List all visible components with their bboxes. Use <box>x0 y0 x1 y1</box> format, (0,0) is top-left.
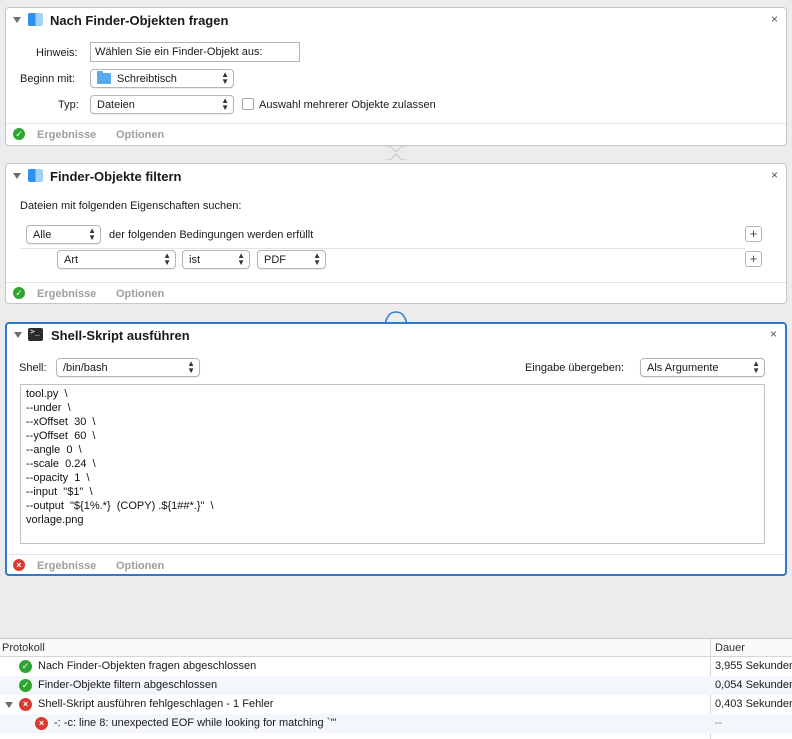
match-popup[interactable]: Alle ▲ ▼ <box>26 225 101 244</box>
type-popup[interactable]: Dateien ▲ ▼ <box>90 95 234 114</box>
condition-value: PDF <box>264 254 286 266</box>
start-location-value: Schreibtisch <box>117 73 177 85</box>
action-ask-finder-items[interactable]: Nach Finder-Objekten fragen × Hinweis: B… <box>5 7 787 146</box>
multi-select-checkbox[interactable] <box>242 98 254 110</box>
log-column-protocol[interactable]: Protokoll <box>2 642 45 654</box>
script-editor[interactable]: tool.py \ --under \ --xOffset 30 \ --yOf… <box>20 384 765 544</box>
condition-operator-value: ist <box>189 254 200 266</box>
match-suffix-label: der folgenden Bedingungen werden erfüllt <box>109 229 314 241</box>
chevron-updown-icon: ▲ ▼ <box>752 359 760 375</box>
success-icon: ✓ <box>19 679 32 692</box>
pass-input-value: Als Argumente <box>647 362 719 374</box>
action-title: Nach Finder-Objekten fragen <box>50 13 229 28</box>
chevron-updown-icon: ▲ ▼ <box>88 226 96 242</box>
log-column-duration[interactable]: Dauer <box>715 642 745 654</box>
log-duration: 0,403 Sekunden <box>715 698 792 710</box>
action-footer: × Ergebnisse Optionen <box>7 554 785 576</box>
action-header[interactable]: Finder-Objekte filtern × <box>6 164 786 188</box>
finder-icon <box>28 13 43 26</box>
options-tab[interactable]: Optionen <box>116 288 164 300</box>
results-tab[interactable]: Ergebnisse <box>37 129 96 141</box>
action-title: Shell-Skript ausführen <box>51 328 190 343</box>
add-subcondition-button[interactable]: + <box>745 251 762 267</box>
type-value: Dateien <box>97 99 135 111</box>
start-label: Beginn mit: <box>20 73 76 85</box>
close-icon[interactable]: × <box>771 168 778 182</box>
disclosure-triangle-icon[interactable] <box>13 173 21 179</box>
hint-label: Hinweis: <box>36 47 78 59</box>
log-duration: -- <box>715 717 723 729</box>
chevron-updown-icon: ▲ ▼ <box>313 251 321 267</box>
folder-icon <box>97 71 111 84</box>
log-message: Finder-Objekte filtern abgeschlossen <box>38 679 218 691</box>
type-label: Typ: <box>58 99 79 111</box>
shell-value: /bin/bash <box>63 362 108 374</box>
start-location-popup[interactable]: Schreibtisch ▲ ▼ <box>90 69 234 88</box>
log-message: -: -c: line 8: unexpected EOF while look… <box>54 717 337 729</box>
log-message: Shell-Skript ausführen fehlgeschlagen - … <box>38 698 274 710</box>
divider <box>20 248 746 249</box>
close-icon[interactable]: × <box>770 327 777 341</box>
log-duration: 0,054 Sekunden <box>715 679 792 691</box>
shell-popup[interactable]: /bin/bash ▲ ▼ <box>56 358 200 377</box>
options-tab[interactable]: Optionen <box>116 129 164 141</box>
terminal-icon <box>28 327 43 341</box>
action-header[interactable]: Nach Finder-Objekten fragen × <box>6 8 786 32</box>
condition-value-popup[interactable]: PDF ▲ ▼ <box>257 250 326 269</box>
connector-icon <box>384 146 408 160</box>
condition-operator-popup[interactable]: ist ▲ ▼ <box>182 250 250 269</box>
condition-field-popup[interactable]: Art ▲ ▼ <box>57 250 176 269</box>
success-icon: ✓ <box>19 660 32 673</box>
error-icon: × <box>35 717 48 730</box>
pass-input-popup[interactable]: Als Argumente ▲ ▼ <box>640 358 765 377</box>
chevron-updown-icon: ▲ ▼ <box>237 251 245 267</box>
pass-input-label: Eingabe übergeben: <box>525 362 625 374</box>
close-icon[interactable]: × <box>771 12 778 26</box>
log-panel: Protokoll Dauer ✓ Nach Finder-Objekten f… <box>0 638 792 739</box>
log-row[interactable]: × Shell-Skript ausführen fehlgeschlagen … <box>0 695 792 714</box>
log-header: Protokoll Dauer <box>0 639 792 657</box>
add-condition-button[interactable]: + <box>745 226 762 242</box>
action-run-shell-script[interactable]: Shell-Skript ausführen × Shell: /bin/bas… <box>5 322 787 576</box>
log-row[interactable]: ✓ Nach Finder-Objekten fragen abgeschlos… <box>0 657 792 676</box>
log-message: Nach Finder-Objekten fragen abgeschlosse… <box>38 660 257 672</box>
action-filter-finder-items[interactable]: Finder-Objekte filtern × Dateien mit fol… <box>5 163 787 304</box>
workflow-area: Nach Finder-Objekten fragen × Hinweis: B… <box>0 0 792 638</box>
log-row[interactable]: ✓ Finder-Objekte filtern abgeschlossen 0… <box>0 676 792 695</box>
shell-label: Shell: <box>19 362 47 374</box>
multi-select-label[interactable]: Auswahl mehrerer Objekte zulassen <box>259 99 436 111</box>
condition-field-value: Art <box>64 254 79 266</box>
search-properties-label: Dateien mit folgenden Eigenschaften such… <box>20 200 242 212</box>
success-icon: ✓ <box>13 128 25 140</box>
hint-input[interactable] <box>90 42 300 62</box>
results-tab[interactable]: Ergebnisse <box>37 288 96 300</box>
action-title: Finder-Objekte filtern <box>50 169 182 184</box>
disclosure-triangle-icon[interactable] <box>13 17 21 23</box>
action-header[interactable]: Shell-Skript ausführen × <box>7 324 785 348</box>
disclosure-triangle-icon[interactable] <box>14 332 22 338</box>
finder-icon <box>28 169 43 182</box>
action-footer: ✓ Ergebnisse Optionen <box>6 123 786 145</box>
options-tab[interactable]: Optionen <box>116 560 164 572</box>
chevron-updown-icon: ▲ ▼ <box>221 70 229 86</box>
error-icon: × <box>19 698 32 711</box>
action-footer: ✓ Ergebnisse Optionen <box>6 282 786 304</box>
chevron-updown-icon: ▲ ▼ <box>221 96 229 112</box>
chevron-updown-icon: ▲ ▼ <box>187 359 195 375</box>
chevron-updown-icon: ▲ ▼ <box>163 251 171 267</box>
log-duration: 3,955 Sekunden <box>715 660 792 672</box>
results-tab[interactable]: Ergebnisse <box>37 560 96 572</box>
match-value: Alle <box>33 229 52 241</box>
success-icon: ✓ <box>13 287 25 299</box>
log-row[interactable]: × -: -c: line 8: unexpected EOF while lo… <box>0 714 792 733</box>
error-icon: × <box>13 559 25 571</box>
disclosure-triangle-icon[interactable] <box>5 702 13 708</box>
